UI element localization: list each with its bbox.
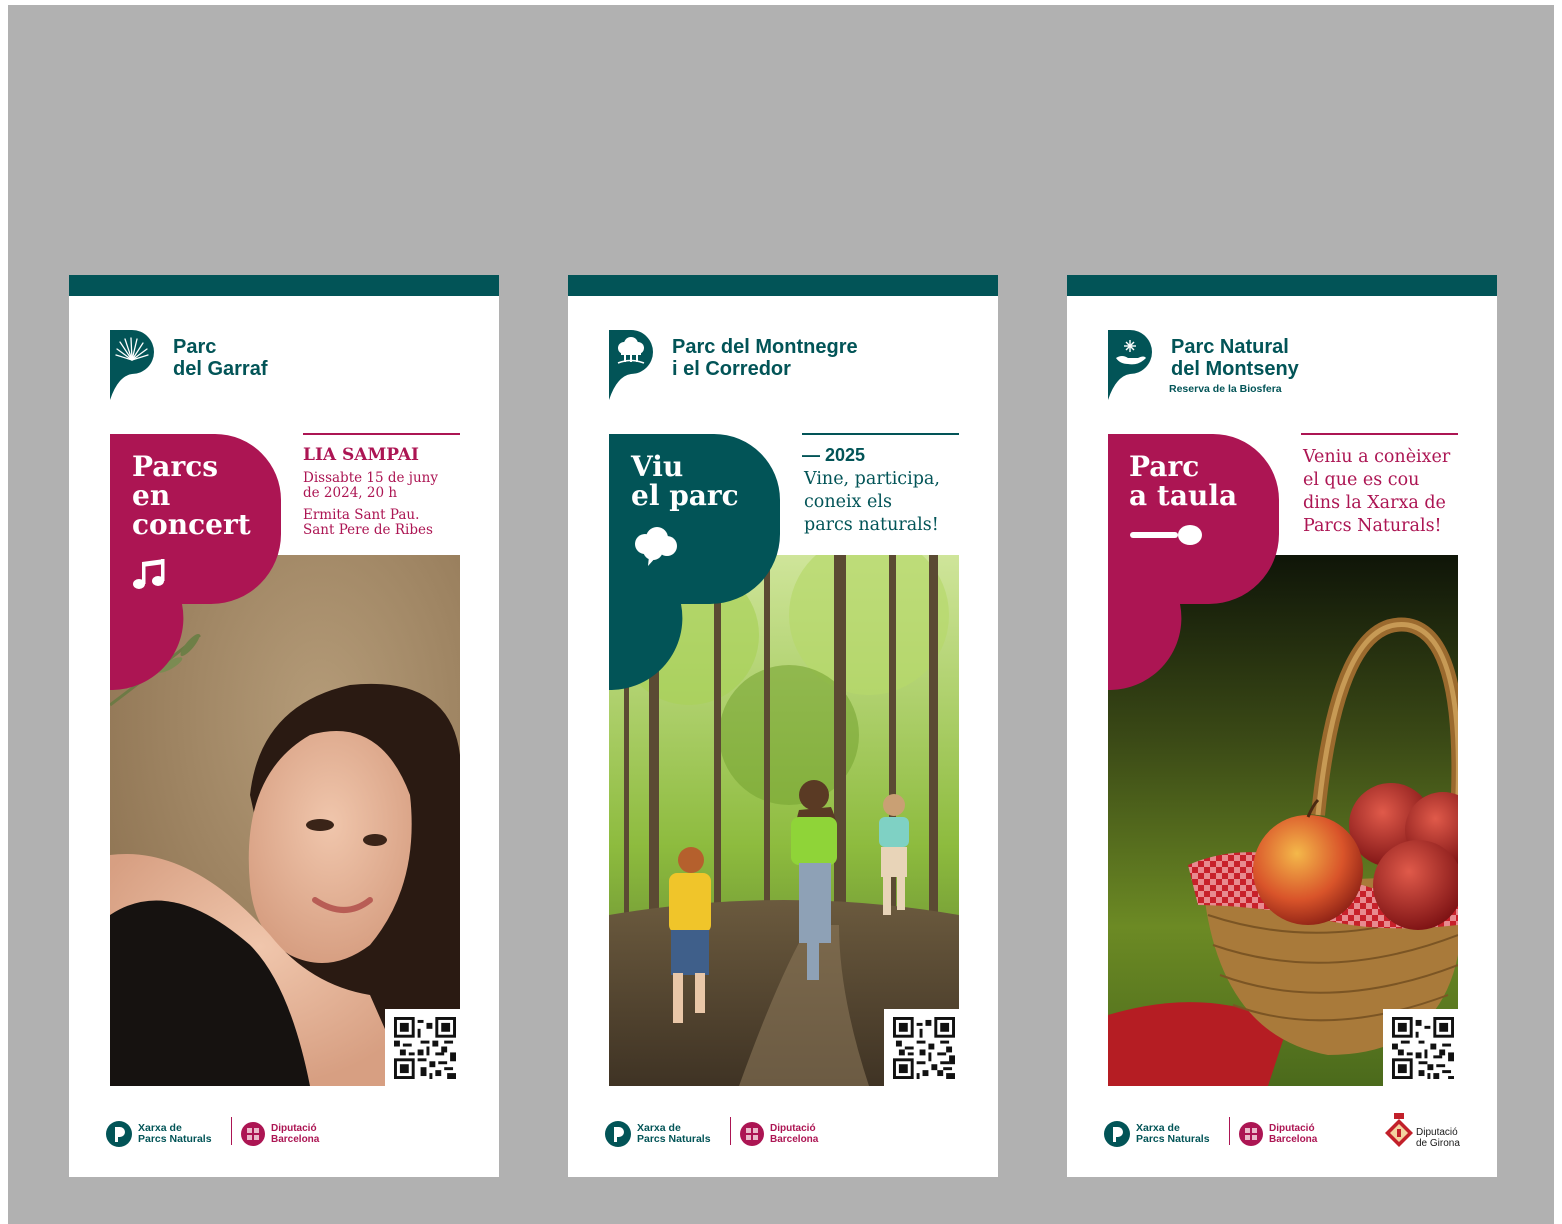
qr-code xyxy=(385,1009,465,1087)
park-name: Parc del Montnegre i el Corredor xyxy=(672,336,858,380)
divider-line xyxy=(1301,433,1458,435)
divider-line xyxy=(303,433,460,435)
diputacio-barcelona-label: Diputació Barcelona xyxy=(1269,1123,1318,1145)
gray-background: Parc del Garraf Parcs en concert LIA SAM… xyxy=(8,5,1554,1224)
diputacio-seal-icon xyxy=(241,1122,265,1146)
event-title: Parc a taula xyxy=(1129,450,1238,512)
poster-top-bar xyxy=(568,275,998,296)
park-name: Parc del Garraf xyxy=(173,336,268,380)
footer-divider xyxy=(231,1117,232,1145)
diputacio-girona-label: Diputació de Girona xyxy=(1416,1127,1460,1149)
spoon-icon xyxy=(1130,525,1202,545)
event-date: Dissabte 15 de juny de 2024, 20 h xyxy=(303,470,438,501)
diputacio-seal-icon xyxy=(1239,1122,1263,1146)
footer-divider xyxy=(730,1117,731,1145)
music-note-icon xyxy=(133,559,165,589)
park-logo-montnegre-icon xyxy=(609,330,653,400)
park-subtitle: Reserva de la Biosfera xyxy=(1169,383,1282,395)
qr-code xyxy=(1383,1009,1463,1087)
xarxa-label: Xarxa de Parcs Naturals xyxy=(1136,1122,1210,1145)
event-title: Viu el parc xyxy=(631,450,739,512)
poster-montseny: Parc Natural del Montseny Reserva de la … xyxy=(1067,275,1497,1177)
xarxa-label: Xarxa de Parcs Naturals xyxy=(637,1122,711,1145)
poster-tagline: Veniu a conèixer el que es cou dins la X… xyxy=(1303,447,1451,536)
poster-montnegre: Parc del Montnegre i el Corredor Viu el … xyxy=(568,275,998,1177)
speech-cloud-icon xyxy=(635,527,677,566)
diputacio-barcelona-label: Diputació Barcelona xyxy=(271,1123,320,1145)
qr-code xyxy=(884,1009,964,1087)
xarxa-logo-icon xyxy=(106,1121,132,1147)
xarxa-logo-icon xyxy=(1104,1121,1130,1147)
diputacio-barcelona-label: Diputació Barcelona xyxy=(770,1123,819,1145)
footer-divider xyxy=(1229,1117,1230,1145)
xarxa-logo-icon xyxy=(605,1121,631,1147)
event-location: Ermita Sant Pau. Sant Pere de Ribes xyxy=(303,507,433,538)
poster-top-bar xyxy=(69,275,499,296)
year-label: — 2025 xyxy=(802,445,866,465)
divider-line xyxy=(802,433,959,435)
poster-tagline: Vine, participa, coneix els parcs natura… xyxy=(804,469,940,535)
park-name: Parc Natural del Montseny xyxy=(1171,336,1299,380)
xarxa-label: Xarxa de Parcs Naturals xyxy=(138,1122,212,1145)
event-title: Parcs en concert xyxy=(132,450,251,541)
girona-crest-icon xyxy=(1385,1113,1413,1147)
poster-garraf: Parc del Garraf Parcs en concert LIA SAM… xyxy=(69,275,499,1177)
park-logo-garraf-icon xyxy=(110,330,154,400)
diputacio-seal-icon xyxy=(740,1122,764,1146)
artist-name: LIA SAMPAI xyxy=(303,445,419,465)
poster-top-bar xyxy=(1067,275,1497,296)
park-logo-montseny-icon xyxy=(1108,330,1152,400)
